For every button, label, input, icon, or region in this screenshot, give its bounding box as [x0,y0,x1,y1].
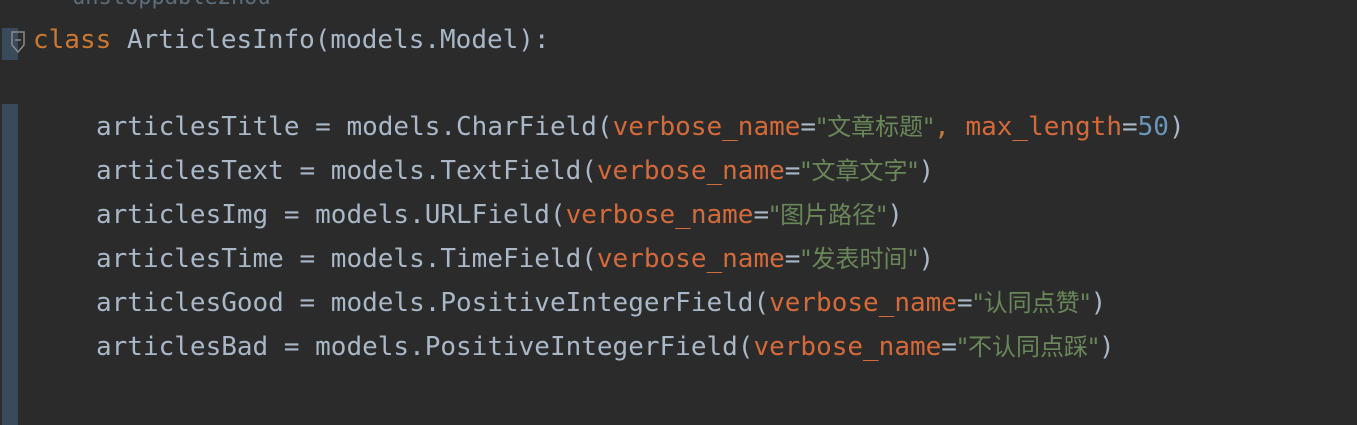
code-line-field[interactable]: articlesTitle = models.CharField(verbose… [96,107,1185,147]
field-string: "图片路径" [769,201,888,229]
field-eq: = [956,288,973,318]
field-string: "不认同点踩" [956,333,1100,361]
field-eq2: = [1122,112,1138,142]
fold-collapse-icon[interactable] [10,30,26,54]
field-lhs: articlesImg = models.URLField( [96,200,566,230]
field-param2: max_length [965,112,1122,142]
code-line-field[interactable]: articlesText = models.TextField(verbose_… [96,151,934,191]
editor-gutter[interactable] [0,0,20,425]
field-param: verbose_name [565,200,754,230]
code-line-field[interactable]: articlesImg = models.URLField(verbose_na… [96,195,903,235]
field-close: ) [918,244,935,274]
field-eq: = [784,244,801,274]
field-eq: = [784,156,801,186]
field-sep: , [934,112,966,142]
field-param: verbose_name [753,332,942,362]
field-lhs: articlesGood = models.PositiveIntegerFie… [96,288,770,318]
field-param: verbose_name [596,244,785,274]
faded-text: unstoppable2hou [72,0,271,10]
class-base: (models.Model): [314,25,550,55]
field-number: 50 [1137,112,1169,142]
code-line-field[interactable]: articlesTime = models.TimeField(verbose_… [96,239,934,279]
gutter-change-marker[interactable] [2,104,18,425]
field-lhs: articlesTitle = models.CharField( [96,112,613,142]
faded-code-line: unstoppable2hou [36,0,271,18]
field-eq: = [800,112,817,142]
field-param: verbose_name [769,288,957,318]
code-line-field[interactable]: articlesGood = models.PositiveIntegerFie… [96,283,1106,323]
field-string: "发表时间" [800,245,919,273]
field-string: "认同点赞" [972,289,1091,317]
field-close: ) [1168,112,1185,142]
class-name: ArticlesInfo [126,25,315,55]
class-keyword: class [33,25,112,55]
field-lhs: articlesText = models.TextField( [96,156,597,186]
field-lhs: articlesBad = models.PositiveIntegerFiel… [96,332,754,362]
field-close: ) [887,200,903,230]
field-lhs: articlesTime = models.TimeField( [96,244,597,274]
field-string: "文章文字" [800,157,919,185]
code-editor[interactable]: unstoppable2hou class ArticlesInfo(model… [0,0,1357,425]
class-declaration-line[interactable]: class ArticlesInfo(models.Model): [33,20,550,60]
field-eq: = [753,200,770,230]
field-close: ) [918,156,935,186]
field-eq: = [941,332,957,362]
field-string: "文章标题" [816,113,935,141]
field-param: verbose_name [596,156,785,186]
field-close: ) [1090,288,1107,318]
field-close: ) [1099,332,1115,362]
field-param: verbose_name [612,112,801,142]
code-line-field[interactable]: articlesBad = models.PositiveIntegerFiel… [96,327,1115,367]
